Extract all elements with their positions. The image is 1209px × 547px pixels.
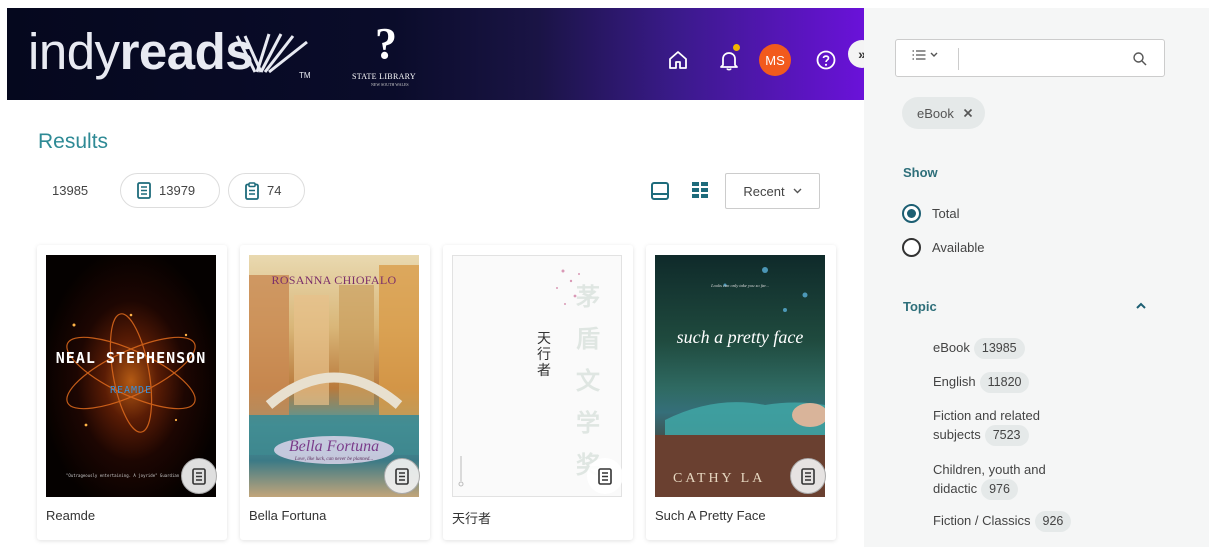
sort-selected-value: Recent (743, 183, 785, 199)
audiobook-count: 74 (267, 183, 282, 198)
close-icon[interactable] (963, 108, 973, 118)
logo-word-reads: reads (119, 23, 254, 80)
grid-view-icon[interactable] (691, 181, 709, 199)
topic-count: 976 (981, 479, 1018, 500)
sort-select[interactable]: Recent (725, 173, 820, 209)
ebook-count: 13979 (159, 183, 196, 198)
topic-count: 926 (1034, 511, 1072, 532)
book-title[interactable]: Bella Fortuna (249, 508, 326, 523)
notification-dot (733, 44, 740, 51)
topic-section-title[interactable]: Topic (903, 299, 937, 314)
ebook-badge (384, 458, 420, 494)
topic-count: 13985 (973, 338, 1025, 359)
ebook-badge (181, 458, 217, 494)
radio-total[interactable]: Total (902, 204, 959, 223)
home-icon[interactable] (667, 49, 689, 71)
search-box (895, 39, 1165, 77)
book-card-tianxingzhe[interactable]: 天行者 茅盾文学奖 天行者 (443, 245, 633, 540)
radio-label: Total (932, 206, 960, 221)
help-icon[interactable] (815, 49, 837, 71)
state-library-sub: NEW SOUTH WALES (371, 82, 409, 87)
ebook-icon (395, 467, 409, 485)
search-icon[interactable] (1132, 51, 1148, 67)
list-view-icon[interactable] (650, 181, 670, 201)
trademark: TM (299, 71, 311, 80)
cover-title: 天行者 (537, 331, 551, 379)
topic-item-english[interactable]: English 11820 (933, 372, 1153, 393)
ebook-icon (192, 467, 206, 485)
bell-icon[interactable] (718, 49, 740, 71)
cover-title: such a pretty face (676, 327, 804, 347)
active-filter-label: eBook (917, 105, 954, 121)
state-library-name: STATE LIBRARY (352, 72, 416, 81)
book-title[interactable]: Reamde (46, 508, 95, 523)
clipboard-icon (245, 181, 259, 200)
topic-count: 11820 (979, 372, 1030, 393)
indyreads-logo[interactable]: indyreads (28, 23, 254, 80)
search-divider (958, 48, 959, 70)
filter-sidebar: eBook Show Total Available Topic eBook 13… (864, 8, 1209, 547)
book-card-such-a-pretty-face[interactable]: Looks can only take you so far... such a… (646, 245, 836, 540)
audiobook-format-filter[interactable]: 74 (228, 173, 305, 208)
cover-author: NEAL STEPHENSON (55, 349, 207, 367)
cover-author: ROSANNA CHIOFALO (271, 273, 397, 287)
cover-title: REAMDE (109, 385, 153, 396)
chevron-up-icon[interactable] (1134, 300, 1148, 312)
app-header: indyreads TM ? STATE LIBRARY NEW SOUTH W… (7, 8, 864, 100)
ebook-badge (790, 458, 826, 494)
topic-count: 7523 (984, 425, 1029, 446)
book-title[interactable]: 天行者 (452, 508, 491, 527)
cover-quote: "Outrageously entertaining. A joyride" G… (66, 473, 180, 478)
active-filter-chip: eBook (902, 97, 985, 129)
ebook-icon (801, 467, 815, 485)
cover-tagline: Looks can only take you so far... (711, 283, 769, 288)
topic-label: English (933, 374, 976, 389)
radio-available[interactable]: Available (902, 238, 985, 257)
ebook-icon (598, 467, 612, 485)
chevron-down-icon (930, 52, 938, 57)
page-title: Results (38, 130, 109, 153)
chevron-down-icon (793, 188, 802, 194)
radio-button[interactable] (902, 238, 921, 257)
radio-label: Available (932, 240, 985, 255)
topic-item-ebook[interactable]: eBook 13985 (933, 338, 1153, 359)
list-icon (912, 50, 926, 60)
cover-series: 茅盾文学奖 (576, 282, 600, 479)
ebook-icon (137, 182, 151, 199)
avatar[interactable]: MS (759, 44, 791, 76)
search-type-dropdown[interactable] (912, 50, 938, 60)
topic-label: Fiction / Classics (933, 513, 1031, 528)
topic-item-fiction-classics[interactable]: Fiction / Classics 926 (933, 511, 1153, 532)
search-input[interactable] (964, 44, 1124, 72)
show-section-title: Show (903, 165, 938, 180)
ebook-format-filter[interactable]: 13979 (120, 173, 220, 208)
cover-title: Bella Fortuna (288, 438, 380, 455)
book-card-bella-fortuna[interactable]: ROSANNA CHIOFALO Bella Fortuna Love, lik… (240, 245, 430, 540)
total-count[interactable]: 13985 (52, 183, 88, 198)
radio-button-selected[interactable] (902, 204, 921, 223)
topic-item-fiction-related[interactable]: Fiction and related subjects 7523 (933, 406, 1083, 446)
topic-label: eBook (933, 340, 970, 355)
logo-word-indy: indy (28, 23, 120, 80)
topic-item-children-youth[interactable]: Children, youth and didactic 976 (933, 460, 1083, 500)
state-library-logo-icon[interactable]: ? (375, 22, 397, 66)
book-title[interactable]: Such A Pretty Face (655, 508, 766, 523)
book-card-reamde[interactable]: NEAL STEPHENSON REAMDE "Outrageously ent… (37, 245, 227, 540)
ebook-badge (587, 458, 623, 494)
